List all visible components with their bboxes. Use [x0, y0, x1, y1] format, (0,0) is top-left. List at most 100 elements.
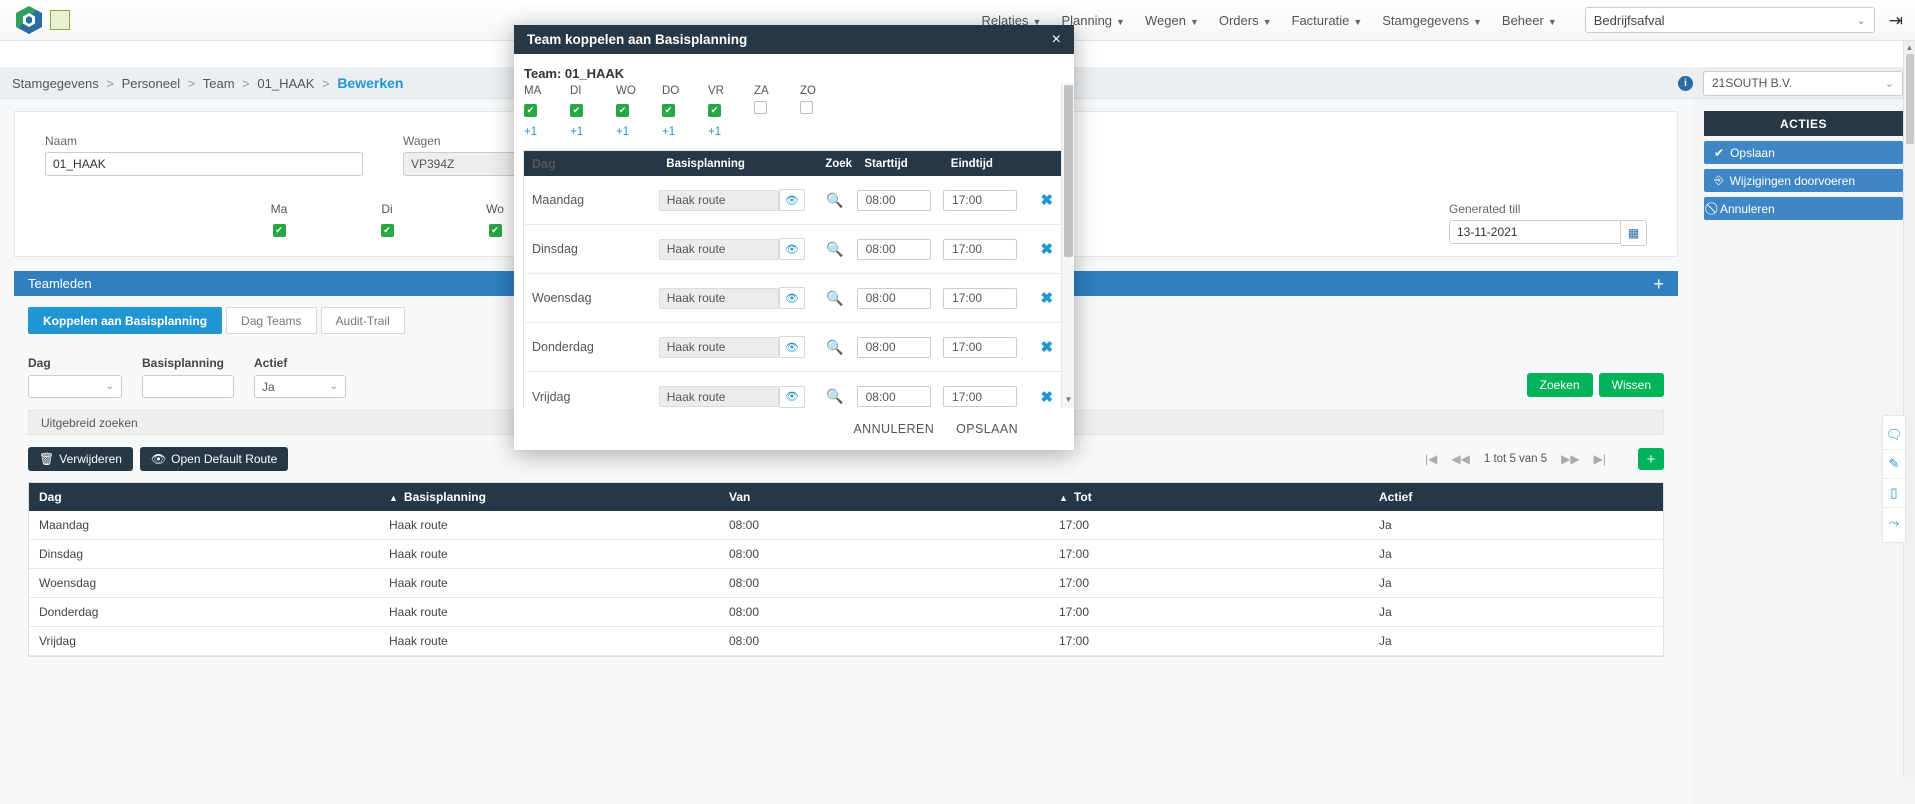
close-icon[interactable]: × — [1052, 31, 1061, 48]
modal-plus-one-vr[interactable]: +1 — [708, 126, 754, 138]
modal-starttijd-input[interactable]: 08:00 — [856, 287, 931, 309]
last-page-icon[interactable]: ▶| — [1594, 452, 1606, 466]
modal-search-icon[interactable]: 🔍 — [826, 241, 843, 257]
modal-basisplanning-input[interactable]: Haak route — [658, 287, 779, 309]
modal-basisplanning-input[interactable]: Haak route — [658, 386, 779, 407]
breadcrumb-item-team-name[interactable]: 01_HAAK — [257, 76, 314, 91]
table-row[interactable]: Woensdag Haak route 08:00 17:00 Ja — [29, 568, 1663, 598]
modal-checkbox-za[interactable] — [754, 101, 767, 114]
generated-till-input[interactable]: 13-11-2021 — [1449, 220, 1621, 244]
scroll-up-icon[interactable]: ▲ — [1904, 41, 1915, 54]
modal-plus-one-di[interactable]: +1 — [570, 126, 616, 138]
modal-delete-row-icon[interactable]: ✖ — [1040, 389, 1053, 406]
breadcrumb-item-personeel[interactable]: Personeel — [122, 76, 181, 91]
breadcrumb-item-team[interactable]: Team — [203, 76, 235, 91]
filter-basisplanning-input[interactable] — [142, 375, 234, 398]
modal-basisplanning-input[interactable]: Haak route — [658, 336, 779, 358]
first-page-icon[interactable]: |◀ — [1425, 452, 1437, 466]
open-default-route-button[interactable]: 👁 Open Default Route — [139, 447, 289, 471]
info-icon[interactable]: i — [1678, 75, 1693, 91]
filter-dag-select[interactable]: ⌄ — [28, 375, 122, 398]
modal-starttijd-input[interactable]: 08:00 — [856, 386, 931, 407]
tenant-select[interactable]: 21SOUTH B.V. ⌄ — [1703, 70, 1903, 96]
add-row-button[interactable]: + — [1638, 448, 1664, 470]
nav-item-wegen[interactable]: Wegen ▼ — [1135, 7, 1209, 34]
next-page-icon[interactable]: ▶▶ — [1561, 452, 1579, 466]
modal-delete-row-icon[interactable]: ✖ — [1040, 339, 1053, 356]
modal-starttijd-input[interactable]: 08:00 — [856, 238, 931, 260]
modal-starttijd-input[interactable]: 08:00 — [856, 189, 931, 211]
tab-audit-trail[interactable]: Audit-Trail — [320, 307, 405, 334]
logout-icon[interactable]: ⇥ — [1889, 12, 1903, 29]
modal-eindtijd-input[interactable]: 17:00 — [943, 238, 1018, 260]
modal-preview-eye-icon[interactable]: 👁 — [778, 238, 805, 260]
share-icon[interactable]: ⤳ — [1883, 508, 1905, 537]
page-scrollbar[interactable]: ▲ — [1903, 41, 1915, 777]
pencil-icon[interactable]: ✎ — [1883, 450, 1905, 479]
table-row[interactable]: Vrijdag Haak route 08:00 17:00 Ja — [29, 626, 1663, 656]
opslaan-button[interactable]: ✔ Opslaan — [1704, 141, 1903, 164]
mobile-icon[interactable]: ▯ — [1883, 479, 1905, 508]
modal-checkbox-di[interactable]: ✔ — [570, 104, 583, 117]
col-header-van[interactable]: Van — [719, 483, 1049, 511]
modal-starttijd-input[interactable]: 08:00 — [856, 336, 931, 358]
modal-cancel-button[interactable]: ANNULEREN — [853, 422, 934, 436]
modal-search-icon[interactable]: 🔍 — [826, 339, 843, 355]
modal-scroll-down-icon[interactable]: ▼ — [1062, 395, 1074, 404]
brand-logo[interactable] — [0, 6, 70, 34]
tab-koppelen-aan-basisplanning[interactable]: Koppelen aan Basisplanning — [28, 307, 223, 334]
wijzigingen-doorvoeren-button[interactable]: ⎆ Wijzigingen doorvoeren — [1704, 169, 1903, 192]
modal-eindtijd-input[interactable]: 17:00 — [943, 287, 1018, 309]
modal-checkbox-do[interactable]: ✔ — [662, 104, 675, 117]
col-header-basisplanning[interactable]: ▲ Basisplanning — [379, 483, 719, 511]
col-header-dag[interactable]: Dag — [29, 483, 379, 511]
breadcrumb-item-stamgegevens[interactable]: Stamgegevens — [12, 76, 99, 91]
table-row[interactable]: Donderdag Haak route 08:00 17:00 Ja — [29, 597, 1663, 627]
modal-basisplanning-input[interactable]: Haak route — [658, 238, 779, 260]
checkbox-wo[interactable]: ✔ — [488, 224, 502, 237]
modal-preview-eye-icon[interactable]: 👁 — [778, 287, 805, 309]
scrollbar-thumb[interactable] — [1905, 54, 1914, 144]
modal-checkbox-ma[interactable]: ✔ — [524, 104, 537, 117]
modal-basisplanning-input[interactable]: Haak route — [658, 189, 779, 211]
modal-checkbox-vr[interactable]: ✔ — [708, 104, 721, 117]
nav-item-orders[interactable]: Orders ▼ — [1209, 7, 1282, 34]
modal-eindtijd-input[interactable]: 17:00 — [943, 189, 1018, 211]
modal-plus-one-do[interactable]: +1 — [662, 126, 708, 138]
table-row[interactable]: Maandag Haak route 08:00 17:00 Ja — [29, 511, 1663, 540]
col-header-tot[interactable]: ▲ Tot — [1049, 483, 1369, 511]
prev-page-icon[interactable]: ◀◀ — [1451, 452, 1469, 466]
filter-actief-select[interactable]: Ja ⌄ — [254, 375, 346, 398]
nav-item-stamgegevens[interactable]: Stamgegevens ▼ — [1372, 7, 1492, 34]
verwijderen-button[interactable]: 🗑 Verwijderen — [28, 447, 133, 471]
modal-eindtijd-input[interactable]: 17:00 — [943, 386, 1018, 407]
nav-item-facturatie[interactable]: Facturatie ▼ — [1282, 7, 1373, 34]
wissen-button[interactable]: Wissen — [1598, 373, 1664, 397]
checkbox-di[interactable]: ✔ — [380, 224, 394, 237]
modal-search-icon[interactable]: 🔍 — [826, 192, 843, 208]
modal-preview-eye-icon[interactable]: 👁 — [778, 385, 805, 408]
modal-preview-eye-icon[interactable]: 👁 — [778, 336, 805, 358]
table-row[interactable]: Dinsdag Haak route 08:00 17:00 Ja — [29, 539, 1663, 569]
zoeken-button[interactable]: Zoeken — [1526, 373, 1593, 397]
modal-delete-row-icon[interactable]: ✖ — [1040, 290, 1053, 307]
tab-dag-teams[interactable]: Dag Teams — [226, 307, 317, 334]
add-teamlid-button[interactable]: + — [1653, 275, 1664, 293]
modal-checkbox-wo[interactable]: ✔ — [616, 104, 629, 117]
modal-scrollbar[interactable]: ▼ — [1061, 83, 1074, 408]
modal-search-icon[interactable]: 🔍 — [826, 388, 843, 404]
checkbox-ma[interactable]: ✔ — [272, 224, 286, 237]
modal-plus-one-wo[interactable]: +1 — [616, 126, 662, 138]
annuleren-button[interactable]: ⃠ Annuleren — [1704, 197, 1903, 220]
modal-save-button[interactable]: OPSLAAN — [956, 422, 1018, 436]
modal-delete-row-icon[interactable]: ✖ — [1040, 192, 1053, 209]
modal-search-icon[interactable]: 🔍 — [826, 290, 843, 306]
company-select[interactable]: Bedrijfsafval ⌄ — [1584, 7, 1875, 33]
modal-eindtijd-input[interactable]: 17:00 — [943, 336, 1018, 358]
modal-preview-eye-icon[interactable]: 👁 — [778, 189, 805, 211]
modal-scrollbar-thumb[interactable] — [1063, 85, 1073, 257]
chat-icon[interactable]: 🗨 — [1883, 421, 1905, 450]
col-header-actief[interactable]: Actief — [1369, 483, 1663, 511]
modal-plus-one-ma[interactable]: +1 — [524, 126, 570, 138]
modal-delete-row-icon[interactable]: ✖ — [1040, 241, 1053, 258]
